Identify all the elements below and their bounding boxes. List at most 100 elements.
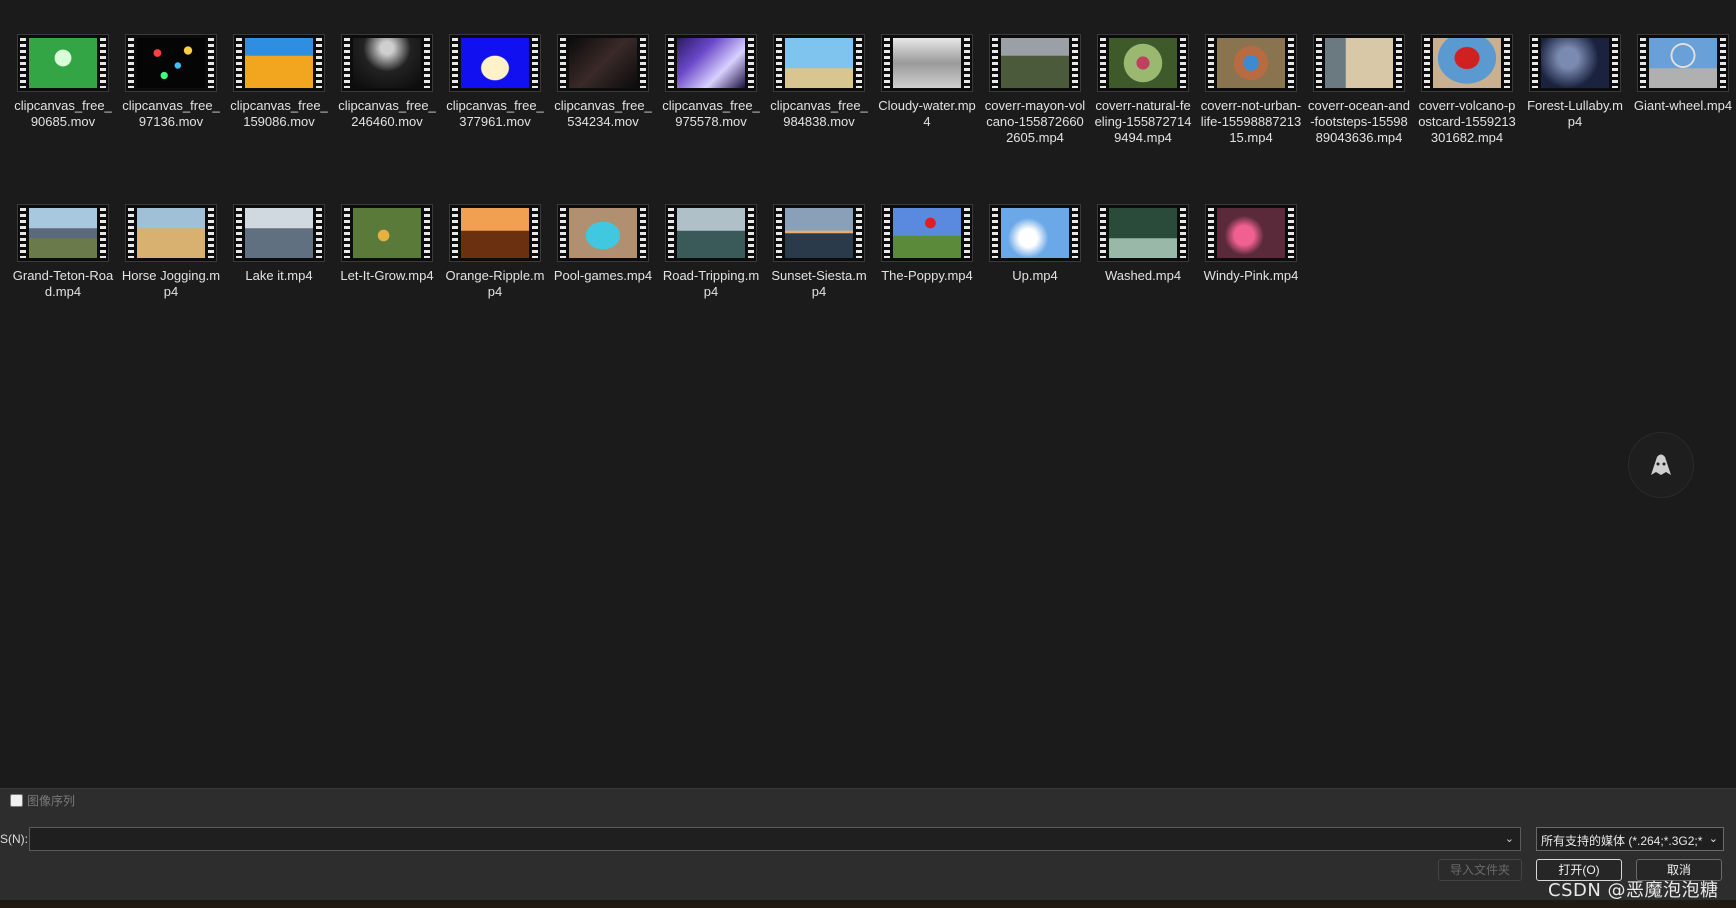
video-thumbnail [1217, 38, 1285, 88]
file-name: coverr-mayon-volcano-1558726602605.mp4 [984, 98, 1086, 145]
file-item[interactable]: Horse Jogging.mp4 [117, 204, 225, 300]
file-item[interactable]: coverr-mayon-volcano-1558726602605.mp4 [981, 34, 1089, 146]
file-item[interactable]: Orange-Ripple.mp4 [441, 204, 549, 300]
file-name: Sunset-Siesta.mp4 [771, 268, 867, 299]
image-sequence-option[interactable]: 图像序列 [10, 792, 75, 809]
video-thumbnail [245, 38, 313, 88]
video-file-icon [341, 34, 433, 92]
image-sequence-label: 图像序列 [27, 794, 76, 808]
video-thumbnail [1325, 38, 1393, 88]
video-file-icon [665, 204, 757, 262]
video-file-icon [449, 204, 541, 262]
file-name: clipcanvas_free_159086.mov [230, 98, 328, 129]
file-item[interactable]: Pool-games.mp4 [549, 204, 657, 284]
file-item[interactable]: clipcanvas_free_90685.mov [9, 34, 117, 130]
video-file-icon [1421, 34, 1513, 92]
file-name: coverr-not-urban-life-1559888721315.mp4 [1200, 98, 1302, 145]
file-item[interactable]: Sunset-Siesta.mp4 [765, 204, 873, 300]
video-file-icon [233, 204, 325, 262]
video-thumbnail [1433, 38, 1501, 88]
file-item[interactable]: coverr-volcano-postcard-1559213301682.mp… [1413, 34, 1521, 146]
video-file-icon [989, 34, 1081, 92]
file-name: coverr-ocean-and-footsteps-1559889043636… [1308, 98, 1410, 145]
video-thumbnail [1649, 38, 1717, 88]
video-thumbnail [245, 208, 313, 258]
filename-input[interactable]: ⌄ [29, 827, 1521, 851]
video-file-icon [881, 204, 973, 262]
file-item[interactable]: Grand-Teton-Road.mp4 [9, 204, 117, 300]
ghost-icon [1651, 454, 1671, 475]
watermark: CSDN @恶魔泡泡糖 [1548, 880, 1719, 901]
file-item[interactable]: Washed.mp4 [1089, 204, 1197, 284]
image-sequence-checkbox[interactable] [10, 794, 23, 807]
import-folder-button[interactable]: 导入文件夹 [1438, 859, 1522, 881]
video-thumbnail [569, 38, 637, 88]
video-thumbnail [29, 208, 97, 258]
file-item[interactable]: Giant-wheel.mp4 [1629, 34, 1736, 114]
file-item[interactable]: Up.mp4 [981, 204, 1089, 284]
file-name: Horse Jogging.mp4 [121, 268, 221, 299]
file-item[interactable]: Forest-Lullaby.mp4 [1521, 34, 1629, 130]
video-thumbnail [785, 208, 853, 258]
file-name: Cloudy-water.mp4 [878, 98, 976, 129]
file-name: Washed.mp4 [1104, 268, 1182, 283]
chevron-down-icon: ⌄ [1708, 833, 1718, 845]
floating-assistant-button[interactable] [1628, 432, 1694, 498]
video-file-icon [1529, 34, 1621, 92]
file-name: Windy-Pink.mp4 [1203, 268, 1299, 283]
file-type-select[interactable]: 所有支持的媒体 (*.264;*.3G2;* ⌄ [1536, 827, 1724, 851]
video-thumbnail [137, 208, 205, 258]
file-grid: clipcanvas_free_90685.mov clipcanvas_free… [0, 0, 1736, 788]
video-file-icon [17, 34, 109, 92]
file-item[interactable]: The-Poppy.mp4 [873, 204, 981, 284]
file-item[interactable]: clipcanvas_free_975578.mov [657, 34, 765, 130]
file-item[interactable]: clipcanvas_free_97136.mov [117, 34, 225, 130]
file-item[interactable]: coverr-ocean-and-footsteps-1559889043636… [1305, 34, 1413, 146]
file-item[interactable]: Let-It-Grow.mp4 [333, 204, 441, 284]
video-thumbnail [1541, 38, 1609, 88]
file-item[interactable]: clipcanvas_free_534234.mov [549, 34, 657, 130]
file-item[interactable]: coverr-natural-feeling-1558727149494.mp4 [1089, 34, 1197, 146]
video-thumbnail [461, 208, 529, 258]
file-name: clipcanvas_free_90685.mov [14, 98, 112, 129]
video-thumbnail [1001, 208, 1069, 258]
video-file-icon [449, 34, 541, 92]
file-type-value: 所有支持的媒体 (*.264;*.3G2;* [1541, 834, 1703, 848]
file-item[interactable]: clipcanvas_free_246460.mov [333, 34, 441, 130]
file-name: coverr-natural-feeling-1558727149494.mp4 [1094, 98, 1192, 145]
video-file-icon [1097, 204, 1189, 262]
file-item[interactable]: coverr-not-urban-life-1559888721315.mp4 [1197, 34, 1305, 146]
video-file-icon [557, 34, 649, 92]
file-item[interactable]: Lake it.mp4 [225, 204, 333, 284]
video-file-icon [125, 204, 217, 262]
filename-label: S(N): [0, 832, 28, 846]
file-name: Up.mp4 [1012, 268, 1058, 283]
file-name: Pool-games.mp4 [553, 268, 653, 283]
file-name: clipcanvas_free_975578.mov [662, 98, 760, 129]
file-item[interactable]: Windy-Pink.mp4 [1197, 204, 1305, 284]
video-thumbnail [569, 208, 637, 258]
video-file-icon [1097, 34, 1189, 92]
chevron-down-icon[interactable]: ⌄ [1505, 832, 1514, 845]
bottom-strip [0, 900, 1736, 908]
file-item[interactable]: clipcanvas_free_377961.mov [441, 34, 549, 130]
video-file-icon [1205, 204, 1297, 262]
file-name: Forest-Lullaby.mp4 [1527, 98, 1623, 129]
video-file-icon [881, 34, 973, 92]
file-item[interactable]: Cloudy-water.mp4 [873, 34, 981, 130]
file-name: clipcanvas_free_534234.mov [554, 98, 652, 129]
video-thumbnail [461, 38, 529, 88]
file-item[interactable]: Road-Tripping.mp4 [657, 204, 765, 300]
file-name: Grand-Teton-Road.mp4 [12, 268, 114, 299]
video-thumbnail [1001, 38, 1069, 88]
video-file-icon [1205, 34, 1297, 92]
video-thumbnail [1217, 208, 1285, 258]
video-thumbnail [353, 208, 421, 258]
file-name: Road-Tripping.mp4 [662, 268, 760, 299]
file-item[interactable]: clipcanvas_free_984838.mov [765, 34, 873, 130]
file-item[interactable]: clipcanvas_free_159086.mov [225, 34, 333, 130]
video-file-icon [341, 204, 433, 262]
file-name: Lake it.mp4 [245, 268, 313, 283]
video-thumbnail [893, 208, 961, 258]
video-file-icon [17, 204, 109, 262]
